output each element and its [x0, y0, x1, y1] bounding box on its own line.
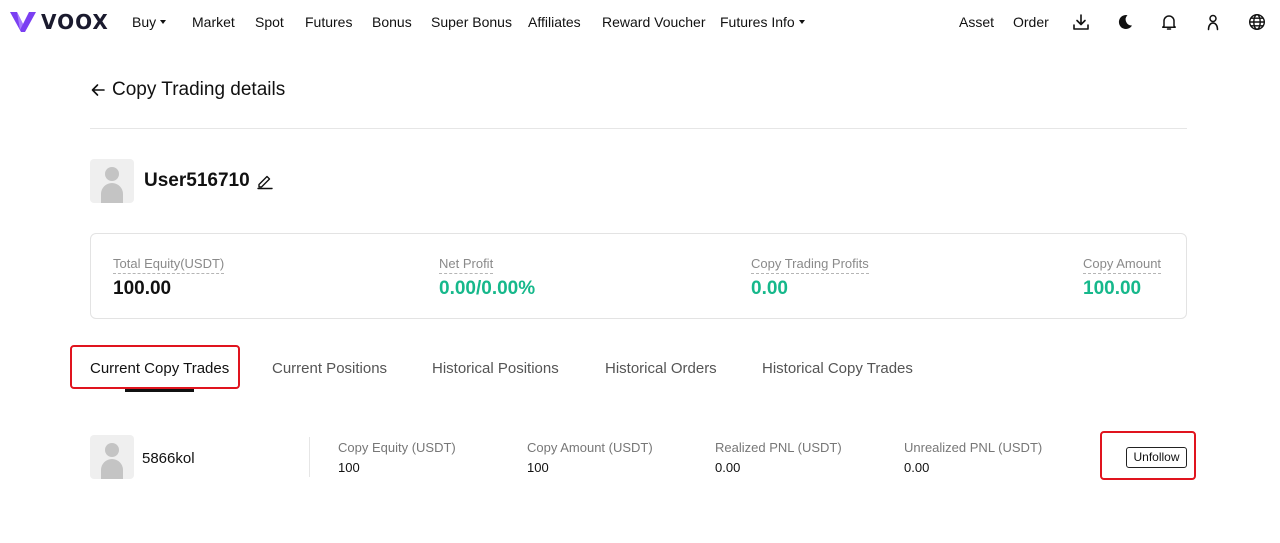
stat-value: 100.00: [113, 278, 172, 299]
tab-historical-positions[interactable]: Historical Positions: [432, 360, 559, 378]
row-divider: [309, 437, 310, 477]
stat-total-equity: Total Equity(USDT) 100.00: [113, 255, 225, 300]
nav-item-futures[interactable]: Futures: [305, 14, 352, 30]
column-label: Copy Equity (USDT): [338, 440, 456, 455]
nav-item-super-bonus[interactable]: Super Bonus: [431, 14, 512, 30]
header-divider: [90, 128, 1187, 129]
trader-name[interactable]: 5866kol: [142, 450, 195, 468]
page-title: Copy Trading details: [112, 79, 286, 100]
globe-icon[interactable]: [1248, 13, 1266, 31]
column-label: Unrealized PNL (USDT): [904, 440, 1043, 455]
caret-down-icon: [160, 20, 167, 25]
column-label: Copy Amount (USDT): [527, 440, 653, 455]
column-value: 100: [338, 460, 360, 475]
column-value: 0.00: [715, 460, 741, 475]
voox-logo-mark-icon: [10, 12, 36, 32]
top-navbar: VOOX Buy Market Spot Futures Bonus Super…: [0, 0, 1280, 44]
caret-down-icon: [798, 20, 805, 25]
trader-avatar: [90, 435, 134, 479]
stat-label[interactable]: Net Profit: [439, 256, 494, 274]
stat-value: 0.00: [751, 278, 788, 299]
download-icon[interactable]: [1072, 13, 1090, 31]
column-label: Realized PNL (USDT): [715, 440, 842, 455]
nav-item-label: Futures Info: [720, 14, 795, 30]
stat-copy-trading-profits: Copy Trading Profits 0.00: [751, 255, 869, 300]
copy-amount-column: Copy Amount (USDT) 100: [527, 440, 653, 476]
logo-wordmark: VOOX: [41, 10, 109, 34]
page-header: Copy Trading details: [90, 78, 285, 102]
nav-order-link[interactable]: Order: [1013, 14, 1049, 30]
column-value: 0.00: [904, 460, 930, 475]
arrow-left-icon[interactable]: [90, 82, 106, 98]
tab-current-positions[interactable]: Current Positions: [272, 360, 387, 378]
nav-asset-link[interactable]: Asset: [959, 14, 994, 30]
stats-card: Total Equity(USDT) 100.00 Net Profit 0.0…: [90, 233, 1187, 319]
user-avatar: [90, 159, 134, 203]
tab-current-copy-trades[interactable]: Current Copy Trades: [90, 360, 229, 378]
nav-item-reward-voucher[interactable]: Reward Voucher: [602, 14, 706, 30]
copy-equity-column: Copy Equity (USDT) 100: [338, 440, 456, 476]
nav-item-buy[interactable]: Buy: [132, 14, 167, 30]
pencil-icon[interactable]: [256, 172, 274, 190]
active-tab-indicator: [125, 389, 194, 392]
tab-historical-orders[interactable]: Historical Orders: [605, 360, 717, 378]
nav-item-affiliates[interactable]: Affiliates: [528, 14, 581, 30]
stat-value: 0.00/0.00%: [439, 278, 536, 299]
stat-value: 100.00: [1083, 278, 1142, 299]
voox-logo[interactable]: VOOX: [10, 11, 109, 33]
user-name: User516710: [144, 170, 250, 191]
nav-item-bonus[interactable]: Bonus: [372, 14, 412, 30]
nav-item-label: Buy: [132, 14, 157, 30]
stat-copy-amount: Copy Amount 100.00: [1083, 255, 1162, 300]
nav-item-futures-info[interactable]: Futures Info: [720, 14, 805, 30]
unrealized-pnl-column: Unrealized PNL (USDT) 0.00: [904, 440, 1042, 476]
moon-icon[interactable]: [1116, 13, 1134, 31]
bell-icon[interactable]: [1160, 13, 1178, 31]
unfollow-button[interactable]: Unfollow: [1126, 447, 1187, 468]
tab-historical-copy-trades[interactable]: Historical Copy Trades: [762, 360, 913, 378]
realized-pnl-column: Realized PNL (USDT) 0.00: [715, 440, 842, 476]
nav-item-market[interactable]: Market: [192, 14, 235, 30]
column-value: 100: [527, 460, 549, 475]
stat-label[interactable]: Copy Amount: [1083, 256, 1162, 274]
stat-net-profit: Net Profit 0.00/0.00%: [439, 255, 535, 300]
user-icon[interactable]: [1204, 13, 1222, 31]
stat-label[interactable]: Total Equity(USDT): [113, 256, 225, 274]
nav-item-spot[interactable]: Spot: [255, 14, 284, 30]
stat-label[interactable]: Copy Trading Profits: [751, 256, 869, 274]
